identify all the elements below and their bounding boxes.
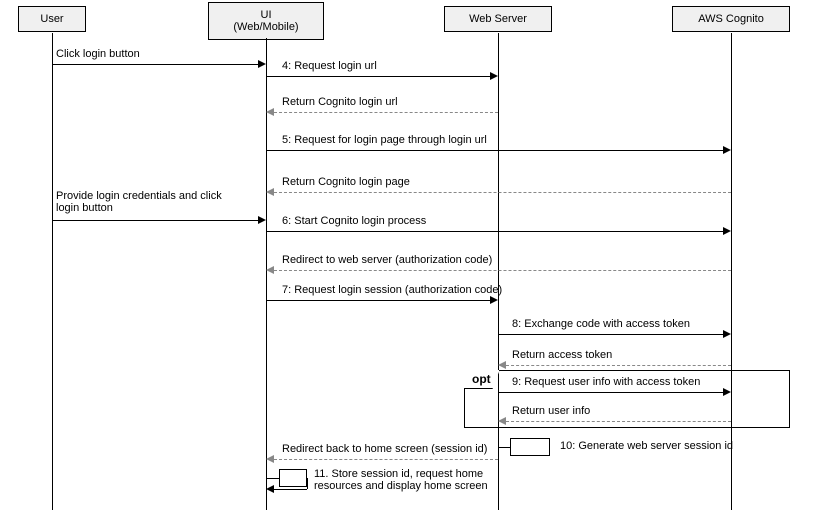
actor-aws-cognito: AWS Cognito <box>672 6 790 32</box>
message-label: Click login button <box>56 48 140 60</box>
arrow-head-icon <box>723 227 731 235</box>
arrow-head-icon <box>723 388 731 396</box>
message-label: Provide login credentials and click logi… <box>56 190 222 214</box>
arrow <box>266 76 490 77</box>
arrow <box>498 392 723 393</box>
arrow <box>266 300 490 301</box>
sequence-diagram: User UI (Web/Mobile) Web Server AWS Cogn… <box>0 0 821 513</box>
arrow-head-icon <box>266 188 274 196</box>
lifeline-web-server <box>498 33 499 510</box>
arrow-head-icon <box>490 296 498 304</box>
message-label: 10: Generate web server session id <box>560 440 733 452</box>
arrow-head-icon <box>266 108 274 116</box>
arrow-head-icon <box>723 146 731 154</box>
arrow-head-icon <box>498 361 506 369</box>
actor-label: AWS Cognito <box>698 13 764 25</box>
arrow-head-icon <box>498 417 506 425</box>
arrow <box>266 231 723 232</box>
arrow-dashed <box>506 421 731 422</box>
arrow-dashed <box>274 112 498 113</box>
arrow-dashed <box>506 365 731 366</box>
arrow-head-icon <box>723 330 731 338</box>
actor-ui: UI (Web/Mobile) <box>208 2 324 40</box>
self-activity-box <box>279 469 307 487</box>
connector <box>307 478 308 489</box>
arrow <box>266 150 723 151</box>
message-label: 7: Request login session (authorization … <box>282 284 502 296</box>
message-label: Return user info <box>512 405 590 417</box>
message-label: 4: Request login url <box>282 60 377 72</box>
arrow-head-icon <box>266 455 274 463</box>
message-label: 9: Request user info with access token <box>512 376 700 388</box>
arrow <box>266 478 279 479</box>
arrow-head-icon <box>258 60 266 68</box>
arrow <box>52 220 258 221</box>
lifeline-user <box>52 33 53 510</box>
arrow <box>498 334 723 335</box>
actor-label: User <box>40 13 63 25</box>
arrow-dashed <box>274 459 498 460</box>
message-label: 11. Store session id, request home resou… <box>314 468 488 492</box>
arrow-head-icon <box>490 72 498 80</box>
arrow <box>498 447 510 448</box>
arrow <box>274 489 307 490</box>
message-label: Redirect to web server (authorization co… <box>282 254 492 266</box>
arrow <box>52 64 258 65</box>
message-label: Return Cognito login page <box>282 176 410 188</box>
actor-label: UI (Web/Mobile) <box>233 9 298 33</box>
message-label: Redirect back to home screen (session id… <box>282 443 487 455</box>
message-label: Return access token <box>512 349 612 361</box>
actor-web-server: Web Server <box>444 6 552 32</box>
arrow-head-icon <box>266 485 274 493</box>
message-label: Return Cognito login url <box>282 96 398 108</box>
lifeline-aws-cognito <box>731 33 732 510</box>
message-label: 6: Start Cognito login process <box>282 215 426 227</box>
actor-label: Web Server <box>469 13 527 25</box>
arrow-head-icon <box>266 266 274 274</box>
arrow-head-icon <box>258 216 266 224</box>
arrow-dashed <box>274 192 731 193</box>
message-label: 5: Request for login page through login … <box>282 134 487 146</box>
message-label: 8: Exchange code with access token <box>512 318 690 330</box>
actor-user: User <box>18 6 86 32</box>
self-activity-box <box>510 438 550 456</box>
arrow-dashed <box>274 270 731 271</box>
